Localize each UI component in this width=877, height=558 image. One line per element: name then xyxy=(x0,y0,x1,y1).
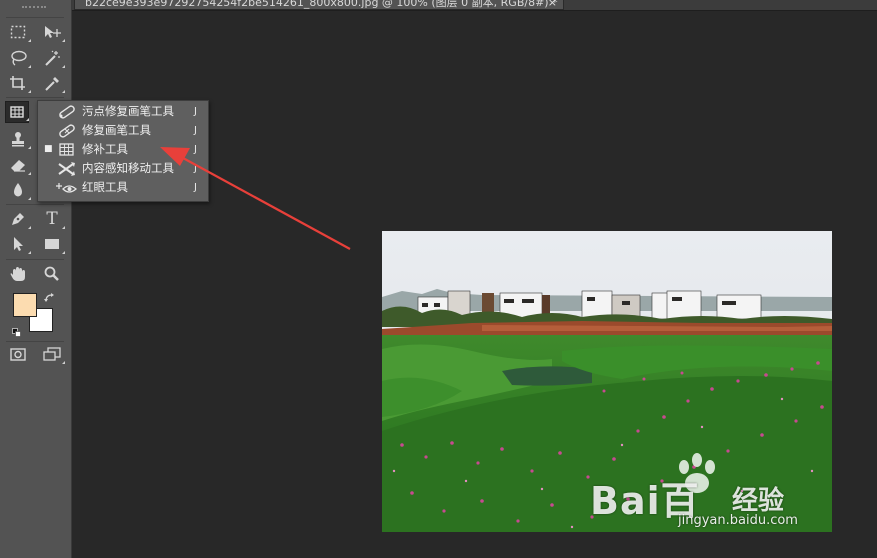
foreground-color-swatch[interactable] xyxy=(13,293,37,317)
flyout-item-label: 红眼工具 xyxy=(82,180,128,194)
flyout-item-label: 内容感知移动工具 xyxy=(82,161,174,175)
document-tab[interactable]: b22ce9e393e97292754254f2be514261_800x800… xyxy=(74,0,564,10)
shortcut-label: J xyxy=(194,106,197,117)
flyout-item-red-eye[interactable]: 红眼工具 J xyxy=(38,178,208,197)
red-eye-icon xyxy=(56,180,78,195)
shortcut-label: J xyxy=(194,182,197,193)
lasso-tool-icon[interactable] xyxy=(6,47,31,69)
rectangle-tool-icon[interactable] xyxy=(40,233,65,255)
clone-stamp-tool-icon[interactable] xyxy=(6,128,31,150)
spot-healing-brush-icon xyxy=(56,104,78,119)
quick-mask-icon[interactable] xyxy=(6,343,30,365)
shortcut-label: J xyxy=(194,163,197,174)
close-icon[interactable]: × xyxy=(548,0,557,9)
flyout-item-label: 污点修复画笔工具 xyxy=(82,104,174,118)
pen-tool-icon[interactable] xyxy=(6,208,31,230)
flyout-item-content-aware-move[interactable]: 内容感知移动工具 J xyxy=(38,159,208,178)
toolbar-divider xyxy=(6,259,64,260)
crop-tool-icon[interactable] xyxy=(6,72,31,94)
swap-colors-icon[interactable] xyxy=(44,289,56,302)
flyout-item-healing-brush[interactable]: 修复画笔工具 J xyxy=(38,121,208,140)
shortcut-label: J xyxy=(194,144,197,155)
flyout-item-label: 修复画笔工具 xyxy=(82,123,151,137)
panel-grip[interactable] xyxy=(22,6,46,10)
blur-tool-icon[interactable] xyxy=(6,179,31,201)
toolbar-divider xyxy=(6,204,64,205)
zoom-tool-icon[interactable] xyxy=(40,263,64,285)
shortcut-label: J xyxy=(194,125,197,136)
path-selection-tool-icon[interactable] xyxy=(6,233,31,255)
flyout-item-spot-healing-brush[interactable]: 污点修复画笔工具 J xyxy=(38,102,208,121)
type-tool-icon[interactable]: T xyxy=(40,208,65,230)
tools-panel: T xyxy=(0,0,72,558)
document-tab-title: b22ce9e393e97292754254f2be514261_800x800… xyxy=(85,0,558,9)
magic-wand-tool-icon[interactable] xyxy=(40,47,65,69)
content-aware-move-icon xyxy=(56,161,78,176)
patch-tool-icon[interactable] xyxy=(5,101,29,123)
toolbar-divider xyxy=(6,17,64,18)
toolbar-divider xyxy=(6,97,64,98)
default-colors-icon[interactable] xyxy=(12,322,21,337)
move-tool-icon[interactable] xyxy=(40,21,65,43)
canvas-image[interactable] xyxy=(382,231,832,532)
healing-tools-flyout: 污点修复画笔工具 J 修复画笔工具 J ■ 修补工具 J 内容感知移动工具 J … xyxy=(37,100,209,202)
patch-icon xyxy=(56,142,78,157)
toolbar-divider xyxy=(6,341,64,342)
flyout-item-label: 修补工具 xyxy=(82,142,128,156)
selected-marker: ■ xyxy=(44,144,53,154)
marquee-tool-icon[interactable] xyxy=(6,21,31,43)
hand-tool-icon[interactable] xyxy=(6,263,30,285)
eyedropper-tool-icon[interactable] xyxy=(40,72,65,94)
screen-mode-icon[interactable] xyxy=(40,343,65,365)
flyout-item-patch-tool[interactable]: ■ 修补工具 J xyxy=(38,140,208,159)
eraser-tool-icon[interactable] xyxy=(6,154,31,176)
healing-brush-icon xyxy=(56,123,78,138)
